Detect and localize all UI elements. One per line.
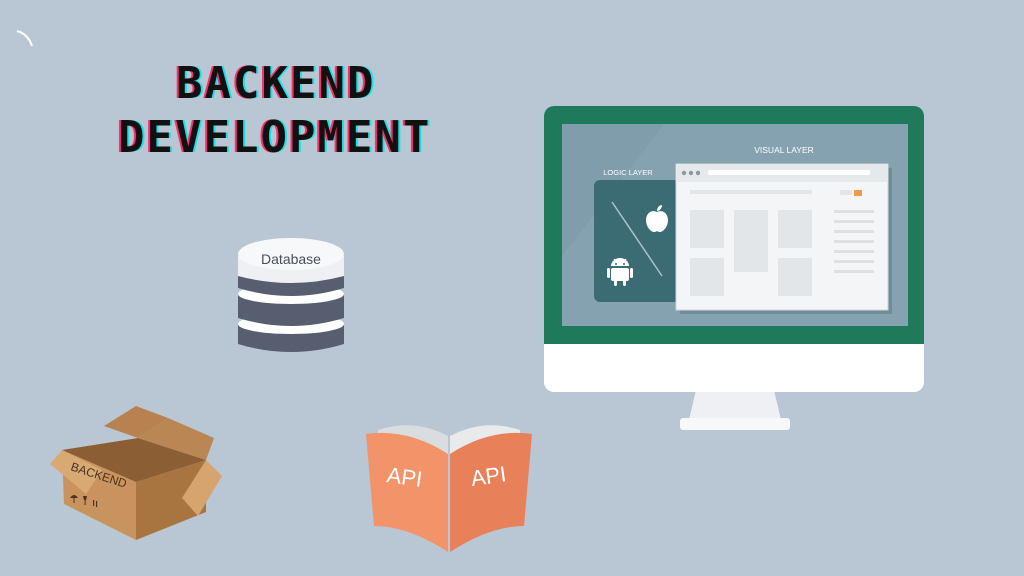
book-right-label: API — [469, 461, 508, 491]
decorative-arc — [16, 30, 33, 47]
visual-layer-label: VISUAL LAYER — [754, 145, 814, 155]
database-label: Database — [261, 251, 321, 267]
title-line-backend: BACKEND — [176, 58, 376, 109]
open-book-icon: API API — [366, 425, 532, 552]
database-icon: Database — [238, 238, 344, 352]
cardboard-box-icon: BACKEND — [50, 406, 222, 540]
logic-layer-label: LOGIC LAYER — [603, 168, 653, 177]
book-left-label: API — [385, 462, 424, 492]
monitor-illustration: VISUAL LAYER LOGIC LAYER — [544, 106, 924, 430]
title-line-development: DEVELOPMENT — [118, 112, 432, 163]
